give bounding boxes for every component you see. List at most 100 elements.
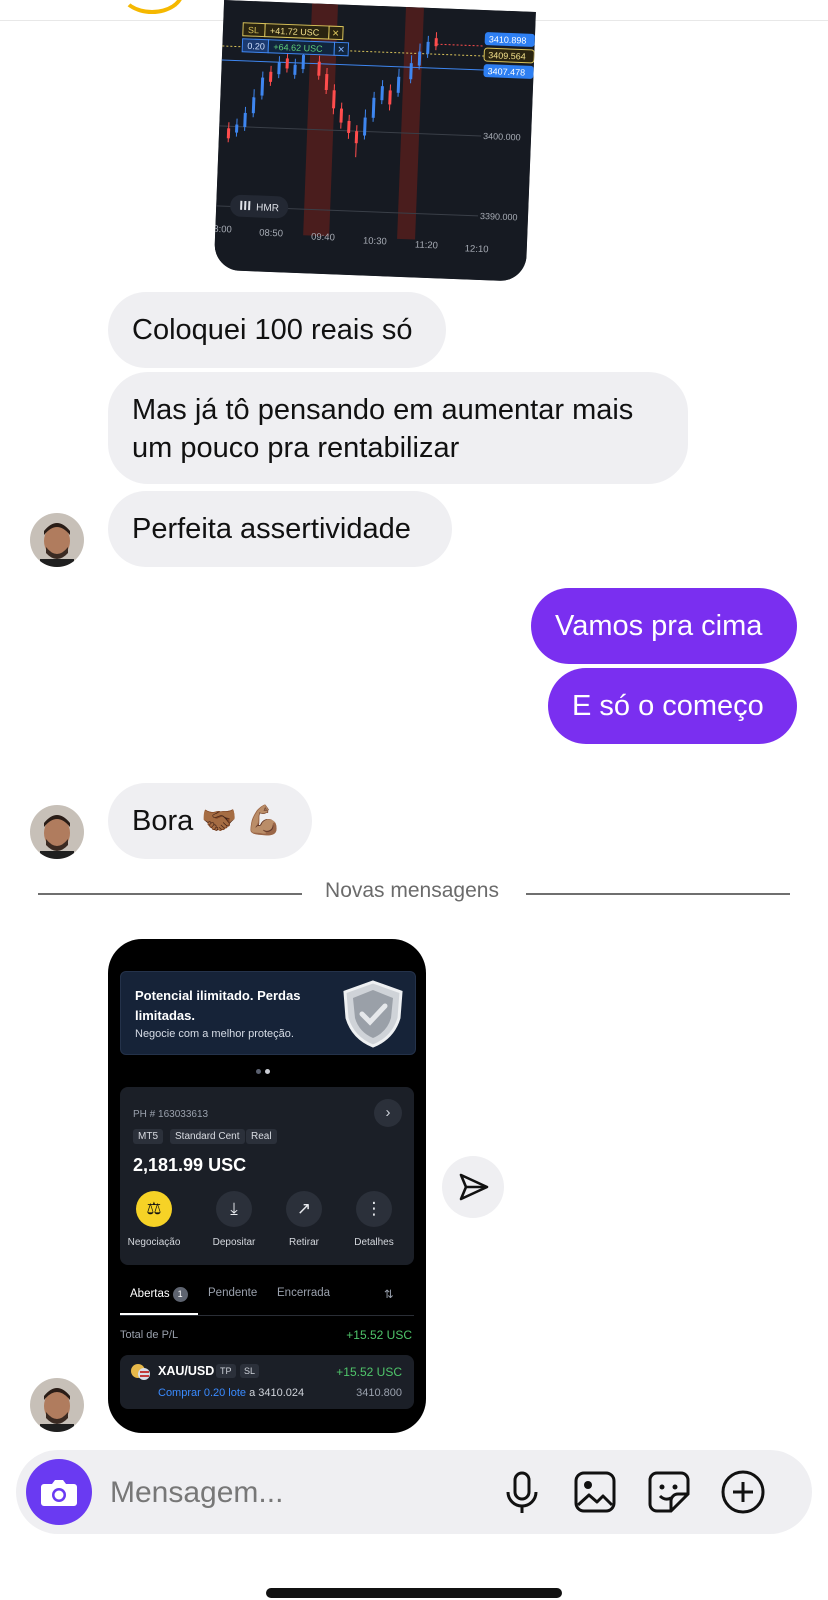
message-bubble-received[interactable]: Bora 🤝🏾 💪🏽	[108, 783, 312, 859]
new-messages-divider: Novas mensagens	[325, 879, 499, 902]
message-text: E só o começo	[572, 690, 764, 722]
microphone-icon	[506, 1471, 538, 1513]
time-label: 08:50	[259, 228, 283, 240]
price-entry: 3407.478	[487, 66, 525, 77]
pl-label: Total de P/L	[120, 1329, 179, 1341]
lot-tag: 0.20	[247, 41, 265, 52]
camera-icon	[41, 1480, 77, 1506]
candles-icon: ⚖	[136, 1191, 172, 1227]
price-level-label: 3390.000	[480, 211, 518, 222]
divider-line	[526, 893, 790, 895]
account-tag: Standard Cent	[170, 1129, 245, 1144]
sticker-button[interactable]	[645, 1468, 693, 1516]
divider-line	[38, 893, 302, 895]
chevron-right-icon[interactable]: ›	[374, 1099, 402, 1127]
action-trade[interactable]: ⚖ Negociação	[124, 1191, 184, 1248]
sticker-icon	[648, 1471, 690, 1513]
download-icon: ⤓	[216, 1191, 252, 1227]
send-icon	[459, 1173, 489, 1201]
more-options-button[interactable]	[719, 1468, 767, 1516]
sl-tag: SL	[240, 1364, 260, 1378]
message-text: Perfeita assertividade	[132, 513, 411, 545]
shared-chart-image[interactable]: SL +41.72 USC ✕ 0.20 +64.62 USC ✕ 3410.8…	[213, 0, 536, 282]
gold-usd-flag-icon	[131, 1364, 150, 1380]
open-count-badge: 1	[172, 1287, 188, 1302]
action-deposit[interactable]: ⤓ Depositar	[204, 1191, 264, 1248]
withdraw-arrow-icon: ↗	[286, 1191, 322, 1227]
time-label: 09:40	[311, 232, 335, 244]
avatar[interactable]	[30, 1378, 84, 1432]
shared-app-screenshot[interactable]: Potencial ilimitado. Perdas limitadas. N…	[108, 939, 426, 1433]
message-text: Mas já tô pensando em aumentar mais um p…	[132, 394, 634, 464]
account-card[interactable]: PH # 163033613 › MT5 Standard Cent Real …	[120, 1087, 414, 1265]
time-label: 11:20	[415, 240, 438, 252]
promo-banner: Potencial ilimitado. Perdas limitadas. N…	[120, 971, 416, 1055]
banner-title: Potencial ilimitado. Perdas limitadas.	[135, 988, 301, 1023]
time-label: 12:10	[465, 243, 489, 255]
message-input[interactable]	[108, 1468, 472, 1518]
message-bubble-received[interactable]: Perfeita assertividade	[108, 491, 452, 567]
sl-close-icon[interactable]: ✕	[332, 28, 340, 38]
message-text: Vamos pra cima	[555, 610, 763, 642]
tp-tag: TP	[216, 1364, 236, 1378]
avatar-photo-icon	[30, 1378, 84, 1432]
positions-tabs: Abertas 1 Pendente Encerrada ⇅	[120, 1287, 414, 1316]
message-bubble-sent[interactable]: Vamos pra cima	[531, 588, 797, 664]
shield-icon	[343, 980, 403, 1048]
message-text: Coloquei 100 reais só	[132, 314, 413, 346]
account-balance: 2,181.99 USC	[133, 1155, 247, 1175]
pl-value: +15.52 USC	[346, 1328, 412, 1342]
banner-subtitle: Negocie com a melhor proteção.	[135, 1028, 294, 1040]
tab-pending[interactable]: Pendente	[208, 1287, 257, 1299]
time-label: 8:00	[214, 224, 232, 236]
message-bubble-sent[interactable]: E só o começo	[548, 668, 797, 744]
action-label: Retirar	[288, 1237, 319, 1248]
tab-underline	[120, 1313, 198, 1315]
share-button[interactable]	[442, 1156, 504, 1218]
avatar-photo-icon	[30, 805, 84, 859]
action-withdraw[interactable]: ↗ Retirar	[274, 1191, 334, 1248]
action-label: Depositar	[212, 1237, 256, 1248]
sl-profit: +41.72 USC	[270, 26, 320, 38]
avatar[interactable]	[30, 805, 84, 859]
image-icon	[574, 1471, 616, 1513]
plus-circle-icon	[721, 1470, 765, 1514]
tab-open[interactable]: Abertas 1	[130, 1287, 188, 1302]
chart-screenshot-svg: SL +41.72 USC ✕ 0.20 +64.62 USC ✕ 3410.8…	[214, 0, 536, 282]
account-id: PH # 163033613	[133, 1109, 209, 1120]
avatar-photo-icon	[30, 513, 84, 567]
carousel-dots	[254, 1061, 272, 1079]
message-bubble-received[interactable]: Coloquei 100 reais só	[108, 292, 446, 368]
message-bubble-received[interactable]: Mas já tô pensando em aumentar mais um p…	[108, 372, 688, 484]
tab-label: Abertas	[130, 1288, 170, 1300]
sl-tag: SL	[248, 25, 259, 35]
account-tag: Real	[246, 1129, 277, 1144]
microphone-button[interactable]	[498, 1468, 546, 1516]
position-action: Comprar 0.20 lote	[158, 1387, 247, 1399]
home-indicator	[266, 1588, 562, 1598]
price-current: 3410.898	[489, 34, 527, 45]
tab-closed[interactable]: Encerrada	[277, 1287, 330, 1299]
message-text: Bora 🤝🏾 💪🏽	[132, 805, 282, 837]
sort-icon[interactable]: ⇅	[384, 1287, 394, 1301]
avatar[interactable]	[30, 513, 84, 567]
position-row[interactable]: XAU/USD TP SL +15.52 USC Comprar 0.20 lo…	[120, 1355, 414, 1409]
position-profit: +15.52 USC	[336, 1365, 402, 1379]
price-level-label: 3400.000	[483, 131, 521, 142]
action-label: Detalhes	[354, 1237, 394, 1248]
position-current-price: 3410.800	[356, 1387, 402, 1399]
more-vertical-icon: ⋮	[356, 1191, 392, 1227]
position-detail: Comprar 0.20 lote a 3410.024	[158, 1387, 304, 1399]
lot-profit: +64.62 USC	[273, 42, 323, 54]
price-sl: 3409.564	[488, 50, 526, 61]
indicator-button[interactable]: HMR	[256, 202, 279, 214]
position-symbol: XAU/USD	[158, 1364, 215, 1378]
account-tag: MT5	[133, 1129, 163, 1144]
action-label: Negociação	[127, 1237, 181, 1248]
camera-button[interactable]	[26, 1459, 92, 1525]
position-open-price: a 3410.024	[249, 1387, 305, 1399]
time-label: 10:30	[363, 236, 387, 248]
action-details[interactable]: ⋮ Detalhes	[344, 1191, 404, 1248]
lot-close-icon[interactable]: ✕	[337, 44, 345, 54]
gallery-button[interactable]	[571, 1468, 619, 1516]
